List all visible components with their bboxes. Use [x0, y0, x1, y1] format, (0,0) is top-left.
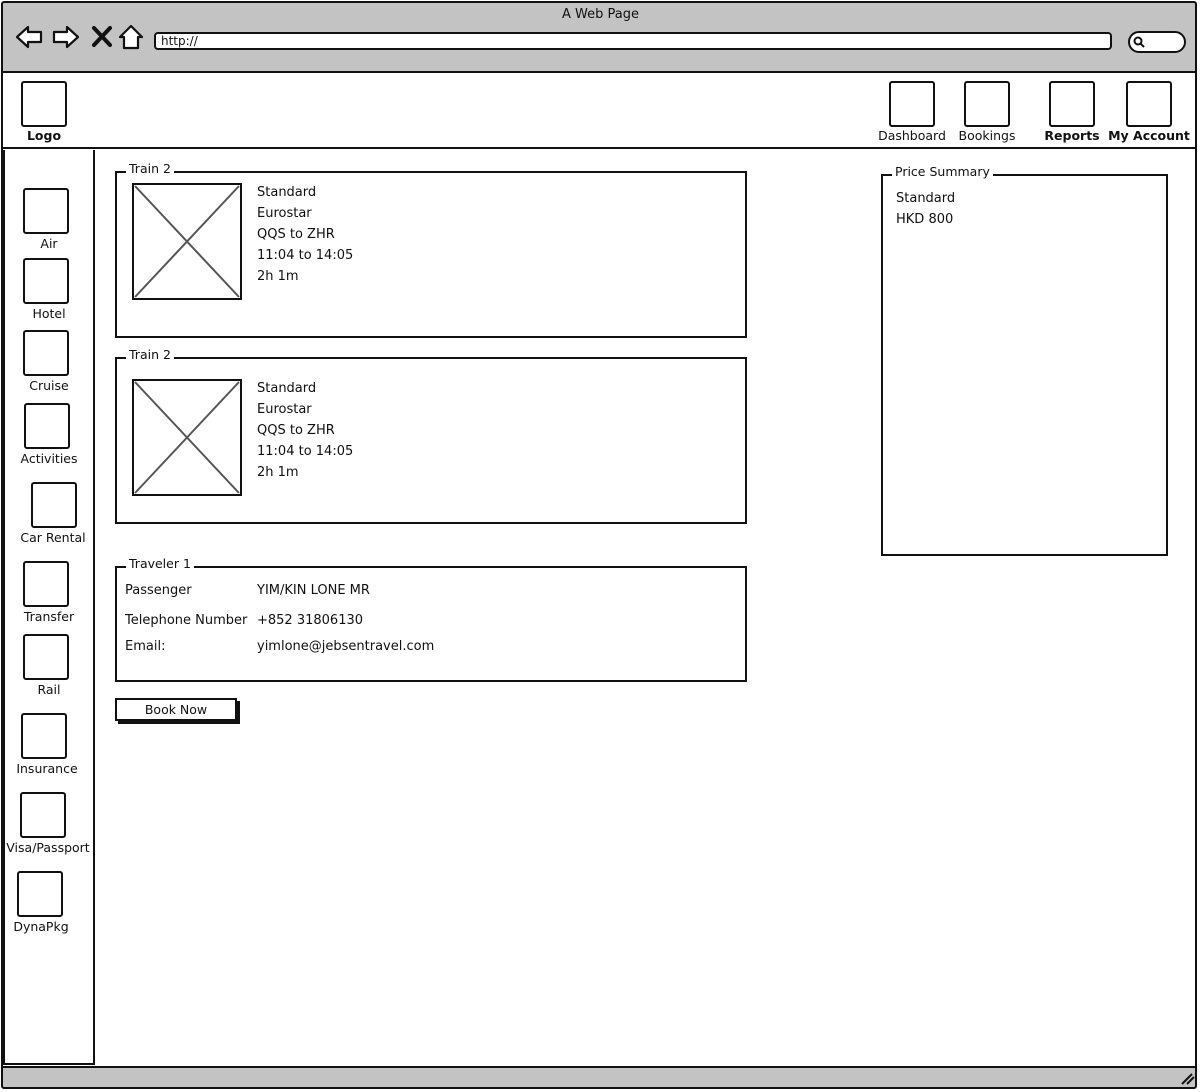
hotel-icon[interactable] [23, 258, 69, 304]
sidebar-item-insurance[interactable]: Insurance [0, 761, 95, 776]
cruise-icon[interactable] [23, 330, 69, 376]
train-card-title: Train 2 [126, 347, 174, 362]
train-card: Standard Eurostar QQS to ZHR 11:04 to 14… [115, 171, 747, 338]
sidebar-item-visa-passport[interactable]: Visa/Passport [0, 840, 97, 855]
telephone-label: Telephone Number [125, 613, 248, 628]
book-now-button[interactable]: Book Now [115, 698, 237, 721]
air-icon[interactable] [23, 188, 69, 234]
back-arrow-icon[interactable] [14, 22, 44, 52]
passenger-label: Passenger [125, 583, 192, 598]
visa-passport-icon[interactable] [20, 792, 66, 838]
train-class: Standard [257, 185, 317, 200]
train-class: Standard [257, 381, 317, 396]
stop-icon[interactable] [87, 22, 117, 52]
train-duration: 2h 1m [257, 465, 299, 480]
train-time: 11:04 to 14:05 [257, 444, 354, 459]
browser-search-button[interactable] [1128, 31, 1186, 53]
train-route: QQS to ZHR [257, 423, 335, 438]
resize-grip-icon[interactable] [1179, 1071, 1195, 1085]
train-duration: 2h 1m [257, 269, 299, 284]
nav-dashboard[interactable]: Dashboard [872, 128, 952, 143]
forward-arrow-icon[interactable] [51, 22, 81, 52]
rail-icon[interactable] [23, 634, 69, 680]
address-bar[interactable]: http:// [154, 32, 1112, 50]
reports-icon[interactable] [1049, 81, 1095, 127]
logo-image [21, 81, 67, 127]
search-icon [1133, 36, 1145, 48]
sidebar-item-dynapkg[interactable]: DynaPkg [0, 919, 89, 934]
train-time: 11:04 to 14:05 [257, 248, 354, 263]
sidebar-item-cruise[interactable]: Cruise [1, 378, 97, 393]
dashboard-icon[interactable] [889, 81, 935, 127]
activities-icon[interactable] [24, 403, 70, 449]
price-summary-panel: Standard HKD 800 [881, 174, 1168, 556]
home-icon[interactable] [116, 22, 146, 52]
train-operator: Eurostar [257, 206, 312, 221]
transfer-icon[interactable] [23, 561, 69, 607]
train-operator: Eurostar [257, 402, 312, 417]
traveler-card-title: Traveler 1 [126, 556, 194, 571]
dynapkg-icon[interactable] [17, 871, 63, 917]
car-rental-icon[interactable] [31, 482, 77, 528]
nav-reports[interactable]: Reports [1032, 128, 1112, 143]
window-title: A Web Page [562, 7, 639, 22]
train-image-placeholder [132, 379, 242, 496]
email-label: Email: [125, 639, 166, 654]
sidebar: Air Hotel Cruise Activities Car Rental T… [3, 150, 95, 1065]
train-card: Standard Eurostar QQS to ZHR 11:04 to 14… [115, 357, 747, 524]
price-amount: HKD 800 [896, 212, 954, 227]
sidebar-item-hotel[interactable]: Hotel [1, 306, 97, 321]
browser-statusbar [3, 1066, 1195, 1089]
traveler-card: Passenger YIM/KIN LONE MR Telephone Numb… [115, 566, 747, 682]
nav-my-account[interactable]: My Account [1106, 128, 1192, 143]
sidebar-item-activities[interactable]: Activities [1, 451, 97, 466]
sidebar-item-car-rental[interactable]: Car Rental [3, 530, 103, 545]
insurance-icon[interactable] [21, 713, 67, 759]
email-value: yimlone@jebsentravel.com [257, 639, 435, 654]
sidebar-item-rail[interactable]: Rail [1, 682, 97, 697]
my-account-icon[interactable] [1126, 81, 1172, 127]
train-route: QQS to ZHR [257, 227, 335, 242]
train-card-title: Train 2 [126, 161, 174, 176]
logo-label: Logo [26, 128, 62, 143]
price-class: Standard [896, 191, 956, 206]
train-image-placeholder [132, 183, 242, 300]
sidebar-item-transfer[interactable]: Transfer [1, 609, 97, 624]
passenger-value: YIM/KIN LONE MR [257, 583, 370, 598]
url-text: http:// [161, 34, 198, 48]
price-summary-title: Price Summary [892, 164, 993, 179]
nav-bookings[interactable]: Bookings [947, 128, 1027, 143]
telephone-value: +852 31806130 [257, 613, 364, 628]
bookings-icon[interactable] [964, 81, 1010, 127]
sidebar-item-air[interactable]: Air [1, 236, 97, 251]
